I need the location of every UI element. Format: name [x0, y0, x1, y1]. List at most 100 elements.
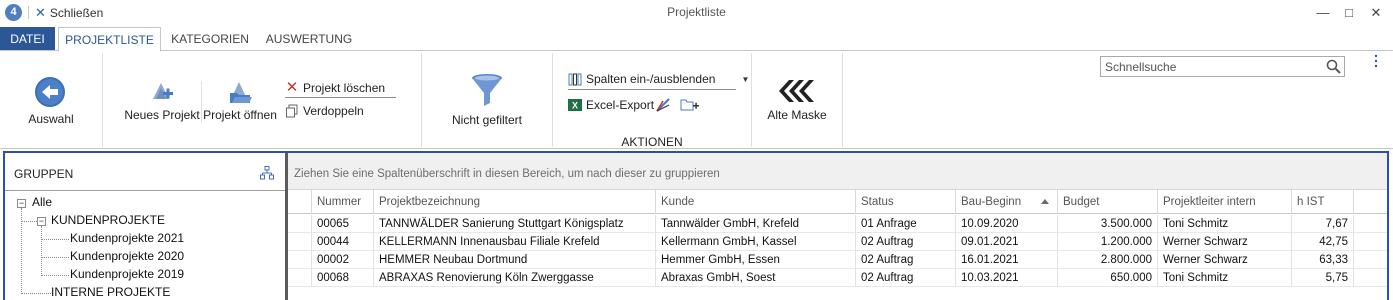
- cell-status: 02 Auftrag: [856, 233, 956, 251]
- verdoppeln-label: Verdoppeln: [303, 104, 364, 118]
- title-bar: 4 ✕ Schließen Projektliste — □ ✕: [0, 0, 1393, 26]
- maximize-button[interactable]: □: [1339, 4, 1359, 22]
- column-header-nummer[interactable]: Nummer: [312, 190, 374, 214]
- funnel-icon: [472, 74, 502, 106]
- cell-nummer: 00002: [312, 251, 374, 269]
- search-input[interactable]: [1101, 57, 1321, 76]
- cell-status: 01 Anfrage: [856, 215, 956, 233]
- ribbon-separator: [751, 53, 752, 147]
- chart-edit-icon[interactable]: [655, 97, 671, 113]
- add-folder-icon[interactable]: [680, 97, 700, 113]
- table-row[interactable]: 00002 HEMMER Neubau Dortmund Hemmer GmbH…: [288, 251, 1387, 269]
- window-close-button[interactable]: ✕: [1366, 4, 1386, 22]
- hierarchy-icon[interactable]: [260, 166, 274, 180]
- chevron-down-icon: ▼: [741, 74, 750, 84]
- table-row[interactable]: 00044 KELLERMANN Innenausbau Filiale Kre…: [288, 233, 1387, 251]
- groups-header: GRUPPEN: [5, 153, 285, 191]
- quick-search: [1100, 56, 1345, 77]
- column-header-projektbezeichnung[interactable]: Projektbezeichnung: [374, 190, 656, 214]
- column-header-budget[interactable]: Budget: [1058, 190, 1158, 214]
- tree-item-interne-projekte[interactable]: INTERNE PROJEKTE: [51, 285, 170, 299]
- close-document-button[interactable]: ✕ Schließen: [35, 6, 103, 20]
- app-logo: 4: [5, 4, 22, 21]
- cell-bau-beginn: 10.03.2021: [956, 269, 1058, 287]
- tree-item-alle[interactable]: Alle: [32, 195, 52, 209]
- row-indicator: [288, 215, 312, 233]
- project-grid: Ziehen Sie eine Spaltenüberschrift in di…: [288, 153, 1387, 300]
- row-indicator: [288, 251, 312, 269]
- columns-icon: [568, 73, 582, 86]
- group-by-panel[interactable]: Ziehen Sie eine Spaltenüberschrift in di…: [288, 153, 1387, 190]
- ribbon-panel: Auswahl Neues Projekt Projekt öffnen ✕ P…: [0, 51, 1393, 149]
- alte-maske-label: Alte Maske: [767, 108, 827, 122]
- alte-maske-button[interactable]: Alte Maske: [760, 75, 834, 125]
- tree-item-kundenprojekte-2021[interactable]: Kundenprojekte 2021: [70, 231, 184, 245]
- tab-projektliste[interactable]: PROJEKTLISTE: [58, 27, 161, 52]
- verdoppeln-button[interactable]: Verdoppeln: [285, 104, 364, 118]
- cell-budget: 650.000: [1058, 269, 1158, 287]
- ribbon-separator: [102, 53, 103, 147]
- table-row[interactable]: 00068 ABRAXAS Renovierung Köln Zwerggass…: [288, 269, 1387, 287]
- excel-export-label: Excel-Export: [586, 98, 655, 112]
- column-header-h-ist[interactable]: h IST: [1292, 190, 1354, 214]
- minimize-button[interactable]: —: [1313, 4, 1333, 22]
- collapse-toggle[interactable]: −: [17, 199, 26, 208]
- tree-connector: [41, 257, 69, 258]
- row-indicator: [288, 269, 312, 287]
- duplicate-icon: [286, 104, 298, 118]
- cell-h-ist: 5,75: [1292, 269, 1354, 287]
- cell-nummer: 00044: [312, 233, 374, 251]
- cell-kunde: Hemmer GmbH, Essen: [656, 251, 856, 269]
- ribbon-separator: [421, 53, 422, 147]
- tree-item-kundenprojekte-2020[interactable]: Kundenprojekte 2020: [70, 249, 184, 263]
- tree-connector: [41, 239, 69, 240]
- tab-kategorien[interactable]: KATEGORIEN: [166, 27, 254, 51]
- tree-item-kundenprojekte-2019[interactable]: Kundenprojekte 2019: [70, 267, 184, 281]
- cell-budget: 1.200.000: [1058, 233, 1158, 251]
- svg-text:X: X: [572, 101, 578, 111]
- excel-icon: X: [568, 99, 582, 111]
- projekt-loeschen-button[interactable]: ✕ Projekt löschen: [285, 79, 386, 96]
- grid-header: Nummer Projektbezeichnung Kunde Status B…: [288, 190, 1387, 214]
- filter-label: Nicht gefiltert: [451, 113, 523, 127]
- cell-status: 02 Auftrag: [856, 269, 956, 287]
- delete-icon: ✕: [285, 79, 299, 96]
- ribbon-separator: [842, 53, 843, 147]
- ribbon-tabs: DATEI PROJEKTLISTE KATEGORIEN AUSWERTUNG: [0, 27, 1393, 52]
- more-options-icon[interactable]: [1372, 53, 1380, 69]
- cell-budget: 2.800.000: [1058, 251, 1158, 269]
- cell-status: 02 Auftrag: [856, 251, 956, 269]
- window-title: Projektliste: [667, 5, 726, 19]
- groups-panel: GRUPPEN − Alle − KUNDENPROJEKTE Kundenpr…: [5, 153, 285, 300]
- column-header-kunde[interactable]: Kunde: [656, 190, 856, 214]
- cell-projektleiter: Werner Schwarz: [1158, 251, 1292, 269]
- neues-projekt-button[interactable]: Neues Projekt: [124, 79, 200, 125]
- cell-projektleiter: Werner Schwarz: [1158, 233, 1292, 251]
- cell-kunde: Kellermann GmbH, Kassel: [656, 233, 856, 251]
- table-row[interactable]: 00065 TANNWÄLDER Sanierung Stuttgart Kön…: [288, 215, 1387, 233]
- column-header-bau-beginn-label: Bau-Beginn: [961, 196, 1022, 208]
- filter-button[interactable]: Nicht gefiltert: [448, 71, 526, 127]
- column-header-status[interactable]: Status: [856, 190, 956, 214]
- cell-h-ist: 7,67: [1292, 215, 1354, 233]
- cell-h-ist: 42,75: [1292, 233, 1354, 251]
- search-icon[interactable]: [1325, 58, 1342, 75]
- column-header-bau-beginn[interactable]: Bau-Beginn: [956, 190, 1058, 214]
- projekt-loeschen-label: Projekt löschen: [303, 81, 386, 95]
- tree-item-kundenprojekte[interactable]: KUNDENPROJEKTE: [51, 213, 165, 227]
- excel-export-button[interactable]: X Excel-Export: [568, 98, 654, 112]
- title-separator: [28, 6, 29, 19]
- tab-auswertung[interactable]: AUSWERTUNG: [262, 27, 356, 51]
- groups-title: GRUPPEN: [14, 167, 74, 181]
- cell-projektleiter: Toni Schmitz: [1158, 215, 1292, 233]
- tree-connector: [41, 226, 42, 276]
- tab-datei[interactable]: DATEI: [0, 27, 55, 51]
- collapse-toggle[interactable]: −: [37, 217, 46, 226]
- column-header-projektleiter[interactable]: Projektleiter intern: [1158, 190, 1292, 214]
- back-arrow-icon: [35, 77, 65, 107]
- spalten-dropdown[interactable]: Spalten ein-/ausblenden ▼: [568, 72, 749, 86]
- projekt-oeffnen-button[interactable]: Projekt öffnen: [203, 79, 277, 125]
- ribbon-divider: [285, 97, 396, 98]
- auswahl-button[interactable]: Auswahl: [20, 71, 82, 127]
- cell-projektbezeichnung: KELLERMANN Innenausbau Filiale Krefeld: [374, 233, 656, 251]
